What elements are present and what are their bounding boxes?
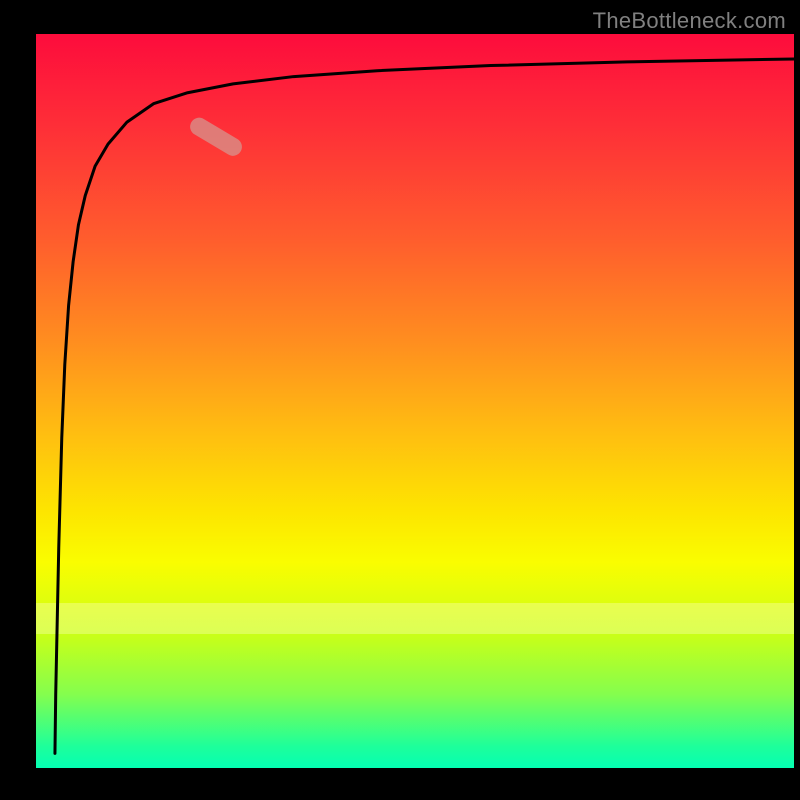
highlight-marker	[187, 114, 245, 159]
watermark-text: TheBottleneck.com	[593, 8, 786, 34]
chart-area	[36, 34, 794, 768]
chart-svg	[36, 34, 794, 768]
curve-line	[55, 59, 794, 753]
